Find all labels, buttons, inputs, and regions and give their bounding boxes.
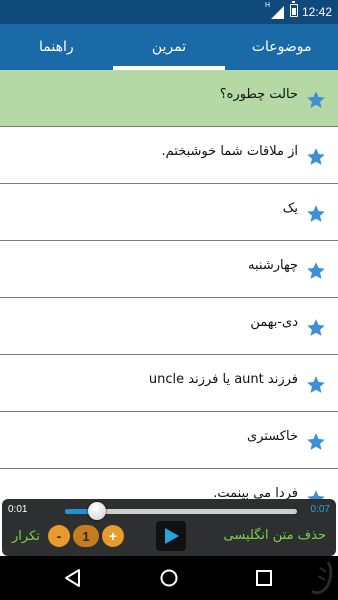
play-icon (165, 528, 179, 544)
star-icon[interactable] (306, 375, 326, 395)
total-time: 0:07 (310, 504, 330, 515)
star-icon[interactable] (306, 261, 326, 281)
status-bar: H 12:42 (0, 0, 338, 24)
seek-thumb[interactable] (88, 502, 107, 520)
list-item-text: خاکستری (246, 429, 298, 444)
status-time: 12:42 (301, 5, 332, 19)
star-icon[interactable] (306, 432, 326, 452)
list-item[interactable]: فردا می بینمت. (0, 469, 338, 500)
home-icon[interactable] (157, 566, 181, 590)
signal-icon: H (265, 2, 284, 19)
recent-apps-icon[interactable] (252, 566, 276, 590)
repeat-count: 1 (73, 525, 99, 547)
network-type-label: H (265, 2, 271, 9)
list-item[interactable]: فرزند aunt یا فرزند uncle (0, 355, 338, 412)
list-item-text: حالت چطوره؟ (219, 87, 298, 102)
list-item-text: فردا می بینمت. (213, 486, 298, 500)
list-item-text: فرزند aunt یا فرزند uncle (148, 372, 298, 387)
list-item[interactable]: یک (0, 184, 338, 241)
audio-player: 0:01 0:07 تکرار - 1 + حذف متن انگلیسی (2, 499, 336, 556)
tab-topics[interactable]: موضوعات (225, 24, 338, 70)
list-item[interactable]: چهارشنبه (0, 241, 338, 298)
list-item-text: از ملاقات شما خوشبختم. (161, 144, 298, 159)
star-icon[interactable] (306, 147, 326, 167)
repeat-decrease-button[interactable]: - (48, 525, 70, 547)
star-icon[interactable] (306, 318, 326, 338)
list-item[interactable]: حالت چطوره؟ (0, 70, 338, 127)
back-icon[interactable] (61, 566, 85, 590)
tab-practice[interactable]: تمرین (112, 24, 226, 70)
status-icons: H (265, 1, 298, 19)
play-button[interactable] (156, 521, 186, 551)
phrase-list[interactable]: حالت چطوره؟ از ملاقات شما خوشبختم. یک چه… (0, 70, 338, 500)
list-item-text: چهارشنبه (248, 258, 298, 273)
list-item-text: دی-بهمن (250, 315, 298, 330)
remove-english-text-button[interactable]: حذف متن انگلیسی (224, 528, 326, 543)
tab-guide[interactable]: راهنما (0, 24, 113, 70)
list-item[interactable]: خاکستری (0, 412, 338, 469)
list-item-text: یک (282, 201, 298, 216)
star-icon[interactable] (306, 204, 326, 224)
store-logo-icon (308, 558, 334, 598)
navigation-bar (0, 556, 338, 600)
current-time: 0:01 (8, 504, 28, 515)
seek-bar[interactable] (65, 502, 297, 520)
list-item[interactable]: دی-بهمن (0, 298, 338, 355)
tab-bar: راهنما تمرین موضوعات (0, 24, 338, 70)
battery-icon (290, 1, 298, 17)
repeat-increase-button[interactable]: + (102, 525, 124, 547)
list-item[interactable]: از ملاقات شما خوشبختم. (0, 127, 338, 184)
star-icon[interactable] (306, 90, 326, 110)
repeat-label: تکرار (12, 529, 40, 544)
